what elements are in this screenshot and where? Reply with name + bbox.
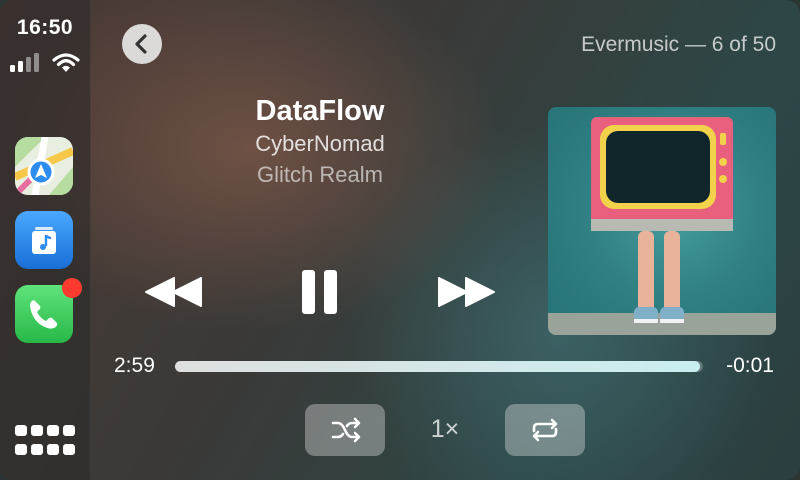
cellular-signal-icon [10, 50, 46, 72]
repeat-button[interactable] [505, 404, 585, 456]
status-time: 16:50 [16, 16, 74, 39]
track-artist: CyberNomad [255, 131, 385, 156]
pause-button[interactable] [290, 262, 350, 322]
wifi-icon [52, 53, 80, 72]
elapsed-time: 2:59 [114, 354, 155, 377]
shuffle-icon [331, 417, 361, 443]
back-button[interactable] [122, 24, 162, 64]
remaining-time: -0:01 [726, 354, 774, 377]
sidebar: 16:50 [0, 0, 91, 480]
rewind-icon [145, 277, 202, 307]
playback-speed-button[interactable]: 1× [418, 415, 472, 444]
fast-forward-button[interactable] [430, 268, 500, 316]
status-indicators [10, 50, 80, 74]
repeat-icon [532, 418, 558, 442]
fast-forward-icon [438, 277, 495, 307]
pause-icon [302, 270, 337, 314]
track-album: Glitch Realm [257, 162, 383, 187]
album-artwork [548, 107, 776, 335]
carplay-screen: 16:50 Evermusic — 6 of 50 DataFlow Cyber… [0, 0, 800, 480]
maps-icon [15, 137, 73, 195]
chevron-left-icon [135, 34, 147, 54]
track-title: DataFlow [255, 95, 385, 127]
maps-app-icon[interactable] [15, 137, 73, 195]
queue-source-label: Evermusic — 6 of 50 [581, 33, 776, 56]
app-grid-icon[interactable] [15, 425, 75, 457]
music-app-icon[interactable] [15, 211, 73, 269]
progress-bar-fill [175, 361, 701, 372]
music-icon [15, 211, 73, 269]
phone-notification-badge [62, 278, 82, 298]
progress-bar[interactable] [175, 361, 703, 372]
rewind-button[interactable] [140, 268, 210, 316]
album-art-image [548, 107, 776, 335]
shuffle-button[interactable] [305, 404, 385, 456]
